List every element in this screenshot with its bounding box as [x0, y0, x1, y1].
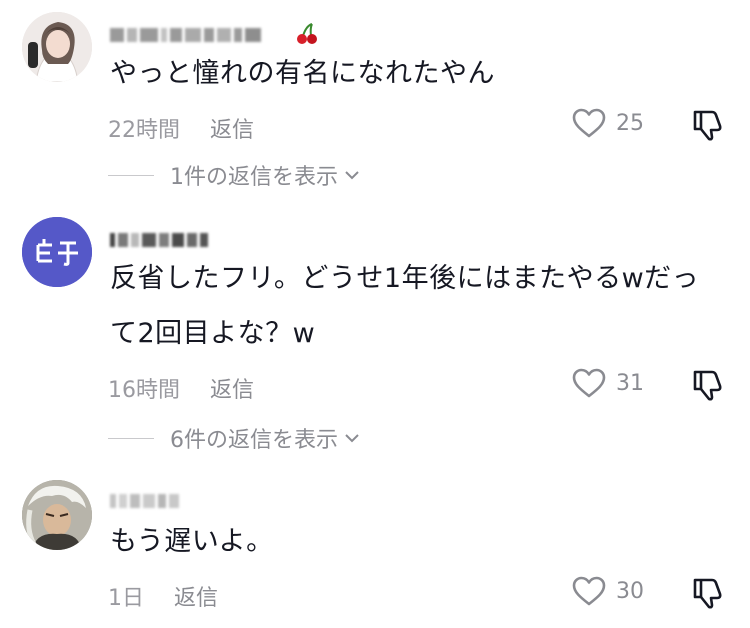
- thumbs-down-icon: [693, 370, 722, 401]
- comment-3: もう遅いよ。 1日 返信 30: [0, 468, 750, 628]
- comment-text: やっと憧れの有名になれたやん: [110, 58, 495, 89]
- username-blurred[interactable]: [110, 24, 261, 46]
- divider-line: [108, 174, 154, 176]
- view-replies-button[interactable]: 1件の返信を表示: [108, 159, 360, 191]
- like-button[interactable]: 25: [572, 108, 644, 138]
- comment-1: やっと憧れの有名になれたやん 22時間 返信 25 1件の返信を表示: [0, 0, 750, 200]
- comment-time: 1日: [108, 586, 144, 611]
- blue-circle-logo-avatar-icon: [22, 217, 92, 287]
- user-avatar[interactable]: [22, 480, 92, 550]
- divider-line: [108, 437, 154, 439]
- like-count: 31: [616, 370, 644, 396]
- user-avatar[interactable]: [22, 217, 92, 287]
- like-count: 25: [616, 110, 644, 136]
- chevron-down-icon: [345, 434, 359, 443]
- view-replies-label: 1件の返信を表示: [170, 165, 338, 190]
- username-blurred[interactable]: [110, 490, 179, 512]
- heart-icon: [572, 368, 606, 398]
- comment-meta: 1日 返信: [108, 580, 218, 612]
- comment-meta: 16時間 返信: [108, 372, 254, 404]
- comment-text-line-2: て2回目よな？w: [110, 318, 316, 349]
- comment-time: 16時間: [108, 378, 180, 403]
- view-replies-label: 6件の返信を表示: [170, 428, 338, 453]
- anime-character-avatar-icon: [22, 480, 92, 550]
- reply-button[interactable]: 返信: [210, 112, 254, 144]
- thumbs-down-icon: [693, 578, 722, 609]
- anime-girl-avatar-icon: [22, 12, 92, 82]
- reply-button[interactable]: 返信: [210, 372, 254, 404]
- dislike-button[interactable]: [692, 108, 724, 146]
- like-button[interactable]: 30: [572, 576, 644, 606]
- like-button[interactable]: 31: [572, 368, 644, 398]
- comment-text: もう遅いよ。: [110, 526, 274, 557]
- username-blurred[interactable]: [110, 229, 208, 251]
- comment-time: 22時間: [108, 118, 180, 143]
- chevron-down-icon: [345, 171, 359, 180]
- dislike-button[interactable]: [692, 368, 724, 406]
- dislike-button[interactable]: [692, 576, 724, 614]
- comment-text-line-1: 反省したフリ。どうせ1年後にはまたやるwだっ: [110, 263, 700, 294]
- comment-meta: 22時間 返信: [108, 112, 254, 144]
- user-avatar[interactable]: [22, 12, 92, 82]
- reply-button[interactable]: 返信: [174, 580, 218, 612]
- heart-icon: [572, 576, 606, 606]
- view-replies-button[interactable]: 6件の返信を表示: [108, 422, 360, 454]
- comment-2: 反省したフリ。どうせ1年後にはまたやるwだっ て2回目よな？w 16時間 返信 …: [0, 205, 750, 455]
- like-count: 30: [616, 578, 644, 604]
- cherry-emoji-icon: [297, 23, 317, 44]
- heart-icon: [572, 108, 606, 138]
- thumbs-down-icon: [693, 110, 722, 141]
